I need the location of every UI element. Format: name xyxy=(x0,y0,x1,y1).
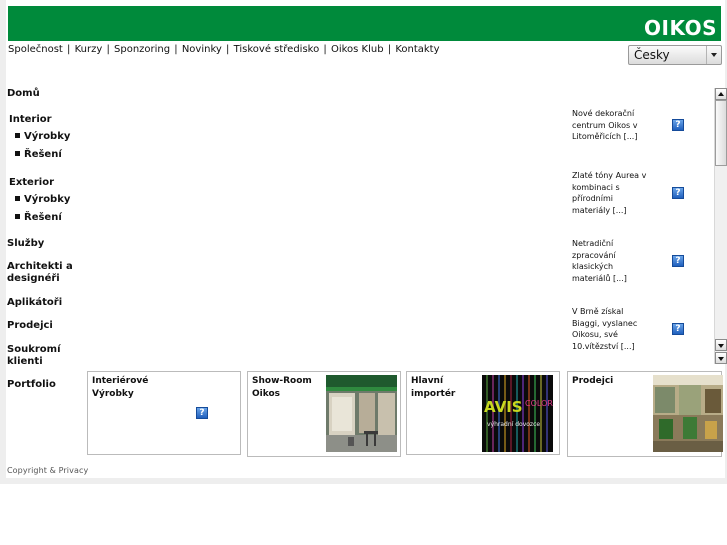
sidebar-item-portfolio[interactable]: Portfolio xyxy=(7,379,56,391)
card-sellers[interactable]: Prodejci xyxy=(567,371,723,457)
info-icon[interactable]: ? xyxy=(672,255,684,267)
news-item[interactable]: V Brně získal Biaggi, vyslanec Oikosu, s… xyxy=(572,306,648,352)
sidebar-item-exterior[interactable]: Exterior xyxy=(9,177,54,189)
sidebar-item-label: Soukromí xyxy=(7,344,61,355)
news-scrollbar[interactable] xyxy=(714,88,727,364)
scroll-down-arrow-icon[interactable] xyxy=(715,339,727,351)
card-interior-products[interactable]: Interiérové Výrobky ? xyxy=(87,371,241,455)
sidebar-item-label: Výrobky xyxy=(24,194,71,205)
nav-separator: | xyxy=(171,44,181,55)
news-item[interactable]: Netradiční zpracování klasických materiá… xyxy=(572,238,648,284)
sidebar-item-label: Výrobky xyxy=(24,131,71,142)
language-select[interactable]: Česky xyxy=(628,45,722,65)
language-selected-value: Česky xyxy=(634,48,670,62)
sidebar-item-label: Řešení xyxy=(24,212,62,223)
card-showroom[interactable]: Show-Room Oikos xyxy=(247,371,401,457)
card-title: Interiérové Výrobky xyxy=(92,376,149,399)
top-navigation: Společnost | Kurzy | Sponzoring | Novink… xyxy=(8,43,440,56)
footer-copyright[interactable]: Copyright & Privacy xyxy=(7,466,88,475)
sidebar-item-label: designéři xyxy=(7,273,60,284)
sidebar-item-private-clients[interactable]: Soukromí klienti xyxy=(7,344,61,368)
nav-company[interactable]: Společnost xyxy=(8,44,63,55)
nav-separator: | xyxy=(103,44,113,55)
card-title: Prodejci xyxy=(572,376,614,386)
chevron-down-icon[interactable] xyxy=(706,46,721,64)
avis-color-image: AVIS COLOR výhradní dovozce xyxy=(482,375,553,452)
info-icon[interactable]: ? xyxy=(672,119,684,131)
sidebar-item-services[interactable]: Služby xyxy=(7,238,44,250)
nav-separator: | xyxy=(63,44,74,55)
sidebar-item-interior-solutions[interactable]: Řešení xyxy=(15,149,62,161)
sidebar-item-interior-products[interactable]: Výrobky xyxy=(15,131,70,143)
info-icon[interactable]: ? xyxy=(196,407,208,419)
sidebar-item-applicators[interactable]: Aplikátoři xyxy=(7,297,62,309)
scroll-down-arrow-icon[interactable] xyxy=(715,352,727,364)
news-item[interactable]: Nové dekorační centrum Oikos v Litoměřic… xyxy=(572,108,648,143)
avis-logo-text: AVIS xyxy=(484,398,523,416)
sellers-photo xyxy=(653,375,723,452)
scroll-thumb[interactable] xyxy=(715,100,727,166)
sidebar-item-interior[interactable]: Interior xyxy=(9,114,52,126)
sidebar-item-sellers[interactable]: Prodejci xyxy=(7,320,53,332)
sidebar-item-exterior-products[interactable]: Výrobky xyxy=(15,194,70,206)
card-title: Hlavní importér xyxy=(411,376,456,399)
info-icon[interactable]: ? xyxy=(672,323,684,335)
nav-separator: | xyxy=(384,44,395,55)
nav-courses[interactable]: Kurzy xyxy=(75,44,103,55)
scroll-up-arrow-icon[interactable] xyxy=(715,88,727,100)
nav-separator: | xyxy=(222,44,233,55)
avis-caption: výhradní dovozce xyxy=(487,421,540,428)
nav-separator: | xyxy=(320,44,330,55)
news-item[interactable]: Zlaté tóny Aurea v kombinaci s přírodním… xyxy=(572,170,648,216)
avis-logo-subtext: COLOR xyxy=(525,399,553,408)
sidebar-item-label: Architekti a xyxy=(7,261,73,272)
sidebar-item-home[interactable]: Domů xyxy=(7,88,40,100)
nav-oikos-club[interactable]: Oikos Klub xyxy=(331,44,384,55)
sidebar-item-label: klienti xyxy=(7,356,43,367)
sidebar-item-architects[interactable]: Architekti a designéři xyxy=(7,261,73,285)
news-panel: Nové dekorační centrum Oikos v Litoměřic… xyxy=(566,88,714,364)
header-bar: OIKOS xyxy=(8,6,721,41)
card-title: Show-Room Oikos xyxy=(252,376,312,399)
card-main-importer[interactable]: Hlavní importér AVIS COLOR výhradní dovo… xyxy=(406,371,560,455)
sidebar-item-label: Řešení xyxy=(24,149,62,160)
sidebar-item-exterior-solutions[interactable]: Řešení xyxy=(15,212,62,224)
showroom-photo xyxy=(326,375,397,452)
nav-contacts[interactable]: Kontakty xyxy=(395,44,439,55)
info-icon[interactable]: ? xyxy=(672,187,684,199)
nav-news[interactable]: Novinky xyxy=(182,44,222,55)
nav-press-center[interactable]: Tiskové středisko xyxy=(234,44,320,55)
oikos-logo[interactable]: OIKOS xyxy=(644,17,717,39)
nav-sponsoring[interactable]: Sponzoring xyxy=(114,44,170,55)
